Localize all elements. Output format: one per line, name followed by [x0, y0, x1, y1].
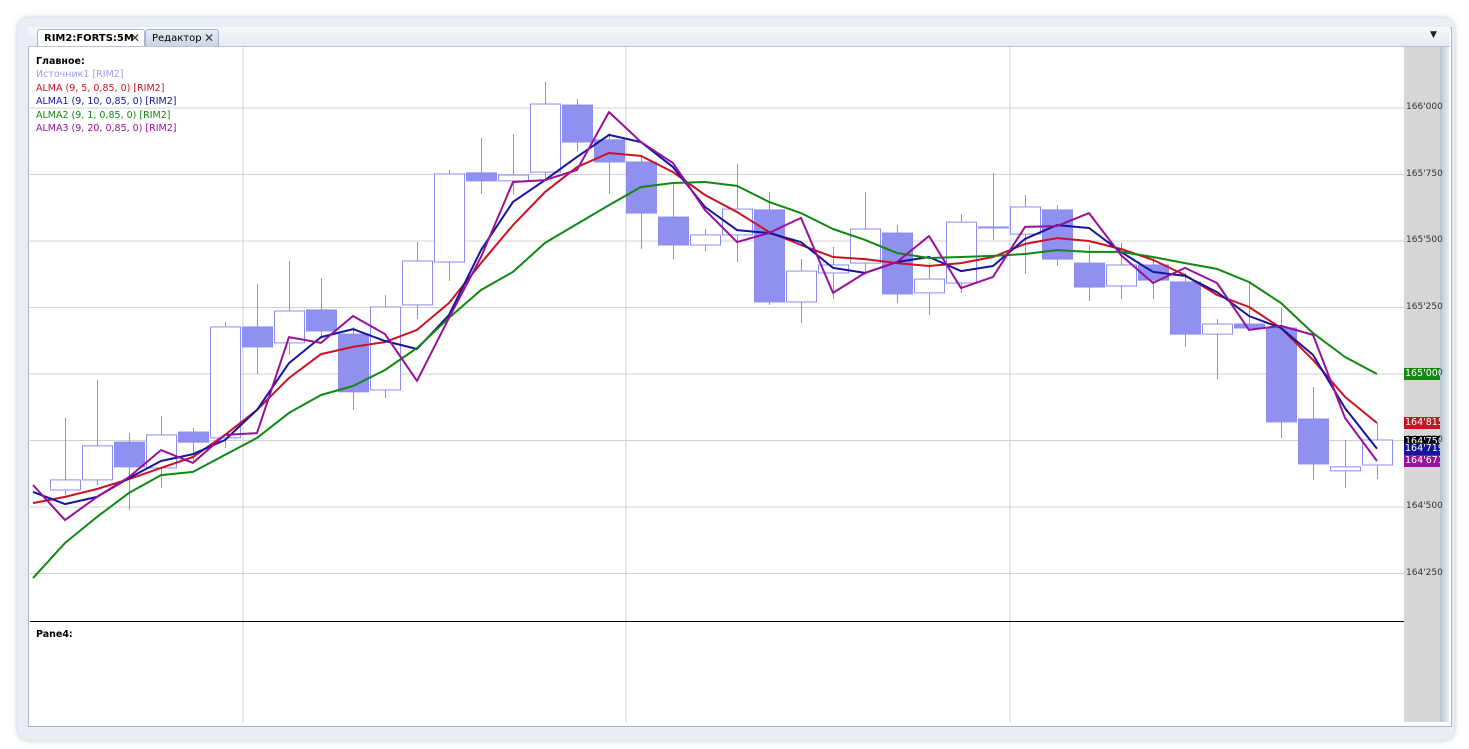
legend-item-alma3[interactable]: ALMA3 (9, 20, 0,85, 0) [RIM2] [36, 122, 177, 135]
y-tick-label: 165'500 [1406, 235, 1443, 245]
candle-down [1170, 281, 1201, 335]
legend-title: Главное: [36, 56, 85, 67]
candle-down [114, 441, 145, 468]
y-tick-label: 165'250 [1406, 301, 1443, 312]
candle-up [82, 445, 113, 481]
candle-down [466, 172, 497, 182]
candle-up [690, 234, 721, 246]
candle-down [1298, 418, 1329, 465]
candle-up [402, 260, 433, 306]
y-tick-label: 166'000 [1406, 102, 1443, 112]
y-tick-label: 164'500 [1406, 501, 1443, 512]
candle-down [1234, 323, 1265, 329]
candle-up [978, 226, 1009, 229]
candle-up [1202, 323, 1233, 335]
y-tick-label: 164'250 [1406, 567, 1443, 578]
candle-down [754, 209, 785, 303]
candle-down [338, 333, 369, 393]
candle-up [210, 326, 241, 439]
candle-up [1106, 264, 1137, 287]
candle-down [178, 431, 209, 443]
legend-item-alma1[interactable]: ALMA1 (9, 10, 0,85, 0) [RIM2] [36, 95, 177, 108]
legend-item-source[interactable]: Источник1 [RIM2] [36, 68, 177, 81]
candle-up [1010, 206, 1041, 235]
candle-down [306, 309, 337, 332]
legend-item-alma2[interactable]: ALMA2 (9, 1, 0,85, 0) [RIM2] [36, 109, 177, 122]
series-value-label-2: 165'000 [1404, 368, 1440, 381]
series-value-label-1: 164'719 [1404, 442, 1440, 455]
candle-up [50, 479, 81, 491]
candle-up [1362, 439, 1393, 466]
candle-up [1330, 466, 1361, 472]
legend-item-alma[interactable]: ALMA (9, 5, 0,85, 0) [RIM2] [36, 82, 177, 95]
candle-down [658, 216, 689, 246]
candlestick-chart[interactable] [0, 0, 1469, 749]
candle-down [1266, 327, 1297, 423]
series-value-label-0: 164'815 [1404, 416, 1440, 429]
y-tick-label: 165'750 [1406, 168, 1443, 179]
pane4-title: Pane4: [36, 629, 73, 640]
candle-down [594, 139, 625, 163]
series-value-label-3: 164'671 [1404, 455, 1440, 468]
candle-down [562, 104, 593, 143]
candle-up [786, 270, 817, 303]
candle-up [146, 434, 177, 469]
candle-up [530, 103, 561, 173]
candle-up [914, 278, 945, 294]
candle-down [1074, 262, 1105, 288]
candle-up [434, 173, 465, 263]
candle-up [498, 174, 529, 182]
candle-up [946, 221, 977, 284]
candle-down [242, 326, 273, 348]
legend: Главное: Источник1 [RIM2] ALMA (9, 5, 0,… [36, 55, 177, 135]
